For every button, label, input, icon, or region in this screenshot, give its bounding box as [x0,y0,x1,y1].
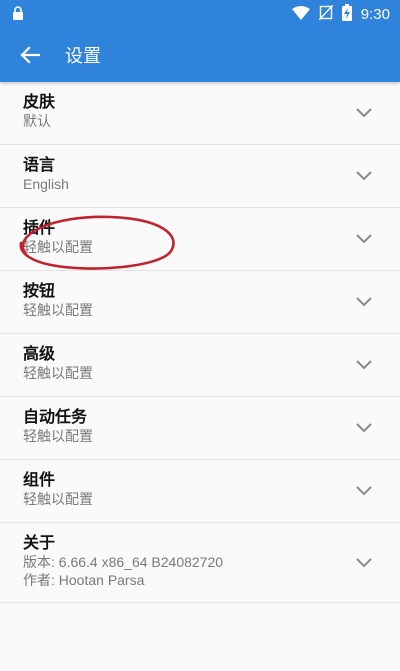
item-subtitle: 默认 [23,113,51,129]
back-arrow-icon [20,46,40,64]
item-subtitle: 轻触以配置 [23,239,93,255]
chevron-down-icon [356,234,372,244]
item-subtitle: 轻触以配置 [23,428,93,444]
settings-item-about[interactable]: 关于 版本: 6.66.4 x86_64 B24082720 作者: Hoota… [0,523,400,603]
item-title: 自动任务 [23,407,88,426]
page-title: 设置 [65,46,101,67]
status-icons: 9:30 [291,3,390,25]
status-time: 9:30 [360,5,390,23]
author-text: 作者: Hootan Parsa [23,572,145,588]
chevron-down-icon [356,360,372,370]
wifi-icon [291,5,310,24]
back-button[interactable] [0,28,60,82]
item-title: 组件 [23,470,56,489]
settings-item-buttons[interactable]: 按钮 轻触以配置 [0,271,400,334]
item-title: 插件 [23,218,56,237]
item-subtitle: 轻触以配置 [23,491,93,507]
item-title: 按钮 [23,281,56,300]
settings-item-language[interactable]: 语言 English [0,145,400,208]
item-subtitle: English [23,176,69,192]
status-bar: 9:30 [0,0,400,28]
chevron-down-icon [356,171,372,181]
chevron-down-icon [356,423,372,433]
chevron-down-icon [356,557,372,567]
chevron-down-icon [356,297,372,307]
chevron-down-icon [356,486,372,496]
settings-item-skin[interactable]: 皮肤 默认 [0,82,400,145]
no-sim-icon [318,4,334,24]
settings-item-widgets[interactable]: 组件 轻触以配置 [0,460,400,523]
item-subtitle: 轻触以配置 [23,365,93,381]
version-text: 版本: 6.66.4 x86_64 B24082720 [23,554,224,570]
item-title: 皮肤 [23,92,56,111]
item-subtitle: 轻触以配置 [23,302,93,318]
item-title: 高级 [23,344,56,363]
item-title: 关于 [23,533,56,552]
chevron-down-icon [356,108,372,118]
battery-charging-icon [341,3,352,25]
settings-item-plugins[interactable]: 插件 轻触以配置 [0,208,400,271]
item-title: 语言 [23,155,56,174]
settings-item-auto-tasks[interactable]: 自动任务 轻触以配置 [0,397,400,460]
app-bar: 设置 [0,28,400,82]
settings-list: 皮肤 默认 语言 English 插件 轻触以配置 按钮 轻触以配置 高级 轻触… [0,82,400,603]
settings-item-advanced[interactable]: 高级 轻触以配置 [0,334,400,397]
lock-icon [12,5,24,24]
